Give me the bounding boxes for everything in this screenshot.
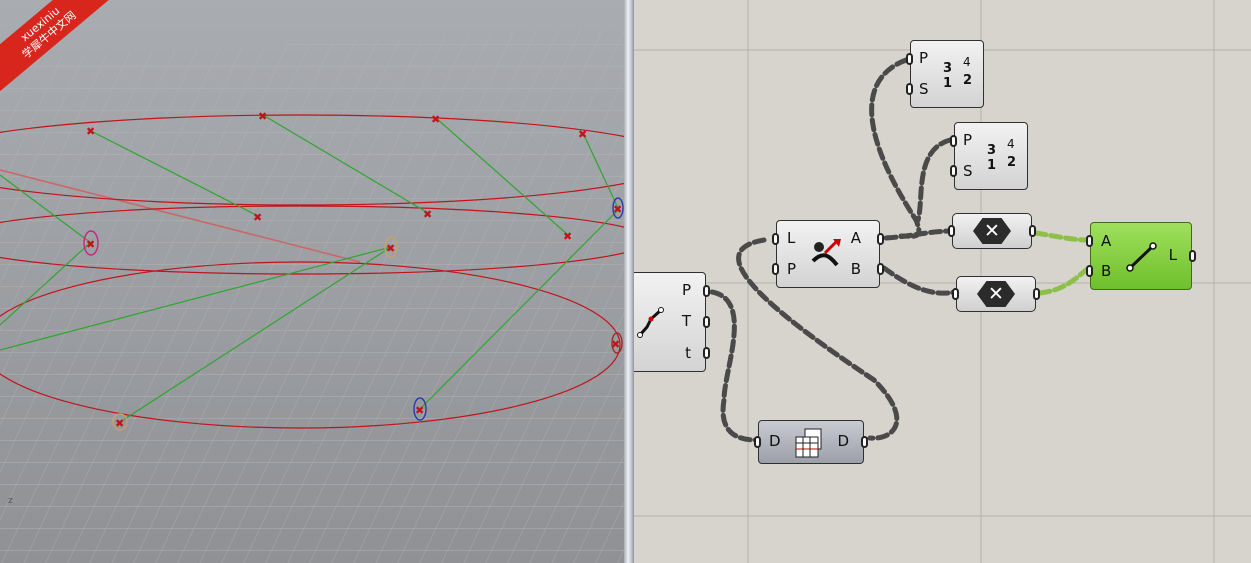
output-port-a[interactable] — [877, 233, 884, 245]
line-node[interactable]: A B L — [1086, 222, 1196, 290]
port-label-l: L — [1168, 246, 1177, 264]
svg-text:✖: ✖ — [253, 211, 262, 224]
input-port-p[interactable] — [772, 263, 779, 275]
close-hex-icon: ✕ — [977, 281, 1015, 307]
svg-text:✖: ✖ — [86, 125, 95, 138]
output-port-t[interactable] — [703, 316, 710, 328]
sort-icon-top-right: 4 — [963, 55, 971, 69]
port-label-a: A — [1101, 232, 1112, 250]
svg-text:✖: ✖ — [431, 113, 440, 126]
port-label-d-out: D — [837, 432, 849, 450]
svg-text:✖: ✖ — [563, 230, 572, 243]
output-port-t-lower[interactable] — [703, 347, 710, 359]
sort-list-node-middle[interactable]: P S 3 4 1 2 — [950, 122, 1028, 190]
port-label-p: P — [787, 260, 797, 278]
input-port[interactable] — [952, 288, 959, 300]
output-port-d[interactable] — [861, 436, 868, 448]
port-label-s: S — [919, 80, 929, 98]
port-label-t: T — [681, 312, 691, 330]
line-icon — [1126, 242, 1157, 272]
sort-icon-top-digit: 3 — [943, 61, 953, 76]
port-label-t-lower: t — [685, 344, 691, 362]
svg-text:✖: ✖ — [86, 238, 95, 251]
input-port-s[interactable] — [906, 83, 913, 95]
output-port-b[interactable] — [877, 263, 884, 275]
input-port-d[interactable] — [754, 436, 761, 448]
input-port-l[interactable] — [772, 233, 779, 245]
sort-icon-top-right: 4 — [1007, 137, 1015, 151]
svg-text:✖: ✖ — [423, 208, 432, 221]
input-port-p[interactable] — [906, 53, 913, 65]
port-label-l: L — [787, 229, 796, 247]
port-label-b: B — [850, 260, 861, 278]
input-port-s[interactable] — [950, 165, 957, 177]
panel-splitter[interactable] — [624, 0, 634, 563]
close-hex-icon: ✕ — [973, 218, 1011, 244]
sort-icon-top-digit: 3 — [987, 143, 997, 158]
input-port-b[interactable] — [1086, 265, 1093, 277]
curve-param-node[interactable]: P T t — [634, 272, 710, 372]
data-table-icon — [795, 428, 822, 458]
curve-icon — [637, 307, 664, 338]
output-port-l[interactable] — [1189, 250, 1196, 262]
port-label-p: P — [963, 131, 973, 149]
sort-list-node-top[interactable]: P S 3 4 1 2 — [906, 40, 984, 108]
port-label-a: A — [850, 229, 861, 247]
viewport-scene: ✖✖ ✖ ✖✖ ✖ ✖✖✖ ✖✖✖ ✖ — [0, 0, 624, 563]
sort-icon-bottom-digit: 1 — [987, 158, 997, 173]
output-port-p[interactable] — [703, 285, 710, 297]
output-port[interactable] — [1033, 288, 1040, 300]
closest-point-icon — [811, 239, 841, 267]
port-label-b: B — [1101, 262, 1112, 280]
grasshopper-canvas[interactable]: P S 3 4 1 2 P S 3 4 1 2 L P A B P T t ✕ … — [634, 0, 1251, 563]
port-label-d-in: D — [769, 432, 781, 450]
input-port-p[interactable] — [950, 135, 957, 147]
sort-icon-bottom-digit: 1 — [943, 76, 953, 91]
input-port[interactable] — [948, 225, 955, 237]
svg-text:✖: ✖ — [386, 242, 395, 255]
svg-text:✖: ✖ — [258, 110, 267, 123]
data-param-node[interactable]: D D — [754, 420, 868, 464]
sort-icon-bottom-right: 2 — [1007, 155, 1017, 170]
port-label-p: P — [681, 281, 691, 299]
null-node-bottom[interactable]: ✕ — [952, 276, 1040, 312]
svg-text:✖: ✖ — [415, 404, 424, 417]
svg-text:✖: ✖ — [578, 128, 587, 141]
sort-icon-bottom-right: 2 — [963, 73, 973, 88]
null-node-top[interactable]: ✕ — [948, 213, 1036, 249]
curve-closest-point-node[interactable]: L P A B — [772, 220, 884, 288]
input-port-a[interactable] — [1086, 235, 1093, 247]
port-label-s: S — [963, 162, 973, 180]
output-port[interactable] — [1029, 225, 1036, 237]
port-label-p: P — [919, 49, 929, 67]
axis-z-label: z — [8, 496, 13, 506]
selected-wires — [1033, 230, 1089, 296]
rhino-viewport[interactable]: ✖ ✖ ✖ ✖ ✖ ✖ ✖ ✖ ✖ ✖ ✖ ✖ ✖ xuexiniu 学犀牛中文网 z — [0, 0, 624, 563]
